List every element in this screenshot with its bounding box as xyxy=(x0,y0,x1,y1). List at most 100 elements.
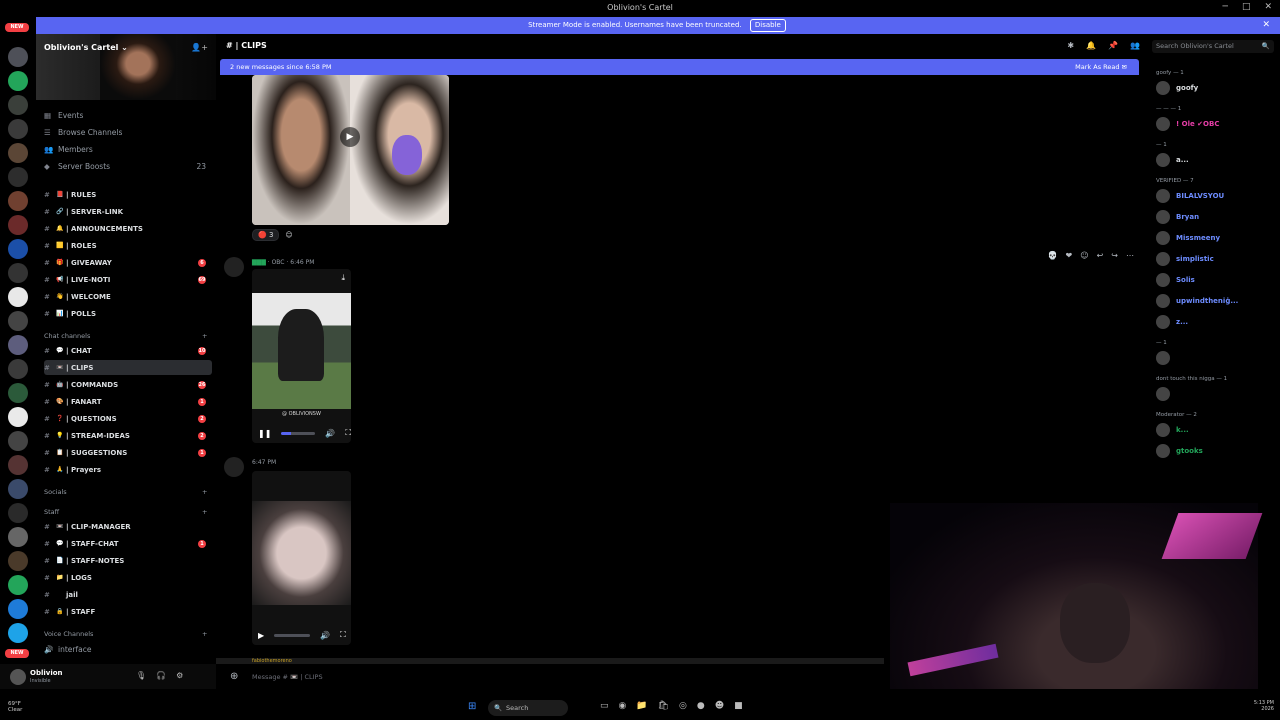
message-input[interactable]: ⊕ Message # 📼 | CLIPS xyxy=(224,668,884,686)
reaction-pill[interactable]: 🔴 3 xyxy=(252,229,280,241)
member-item[interactable]: a... xyxy=(1156,152,1189,168)
more-icon[interactable]: ⋯ xyxy=(1126,251,1134,260)
obs-icon[interactable]: ■ xyxy=(734,701,743,711)
server-header[interactable]: Oblivion's Cartel ⌄ 👤+ xyxy=(36,34,216,100)
channel-item[interactable]: # 📼 | CLIP-MANAGER xyxy=(44,519,212,534)
member-item[interactable]: simplistic xyxy=(1156,251,1214,267)
mark-as-read-button[interactable]: Mark As Read ✉ xyxy=(1075,59,1127,75)
channel-item[interactable]: # jail xyxy=(44,587,212,602)
server-icon[interactable] xyxy=(8,311,28,331)
channel-item[interactable]: # 📁 | LOGS xyxy=(44,570,212,585)
avatar[interactable] xyxy=(10,669,26,685)
chrome-icon[interactable]: ◎ xyxy=(679,701,687,711)
play-icon[interactable]: ▶ xyxy=(258,631,264,640)
voice-channel-item[interactable]: 🔊 interface xyxy=(44,642,212,656)
search-input[interactable]: Search Oblivion's Cartel 🔍 xyxy=(1152,40,1274,53)
category-voice[interactable]: Voice Channels + xyxy=(44,630,207,638)
add-attachment-icon[interactable]: ⊕ xyxy=(230,668,238,686)
category-staff[interactable]: Staff + xyxy=(44,508,207,516)
channel-item[interactable]: # 📊 | POLLS xyxy=(44,306,212,321)
volume-icon[interactable]: 🔊 xyxy=(325,429,335,438)
add-channel-icon[interactable]: + xyxy=(202,488,207,496)
member-item[interactable]: goofy xyxy=(1156,80,1198,96)
gear-icon[interactable]: ⚙ xyxy=(176,671,183,680)
server-icon[interactable] xyxy=(8,455,28,475)
channel-item[interactable]: # 💬 | STAFF-CHAT 1 xyxy=(44,536,212,551)
member-item[interactable]: upwindtheniġ... xyxy=(1156,293,1238,309)
notifications-icon[interactable]: 🔔 xyxy=(1086,41,1096,50)
volume-icon[interactable]: 🔊 xyxy=(320,631,330,640)
browse-channels-item[interactable]: ☰ Browse Channels xyxy=(44,125,212,139)
server-icon[interactable] xyxy=(8,215,28,235)
member-item[interactable]: ! Ole ✔OBC xyxy=(1156,116,1219,132)
channel-item[interactable]: # 💬 | CHAT 10 xyxy=(44,343,212,358)
reaction-icon[interactable]: ❤ xyxy=(1066,251,1073,260)
channel-item[interactable]: # 🎁 | GIVEAWAY 6 xyxy=(44,255,212,270)
download-icon[interactable]: ⤓ xyxy=(341,273,345,283)
forward-icon[interactable]: ↪ xyxy=(1111,251,1118,260)
member-item[interactable] xyxy=(1156,350,1176,366)
server-icon[interactable] xyxy=(8,551,28,571)
discord-icon[interactable]: ☻ xyxy=(715,701,724,711)
server-icon[interactable] xyxy=(8,575,28,595)
members-item[interactable]: 👥 Members xyxy=(44,142,212,156)
server-icon[interactable] xyxy=(8,263,28,283)
invite-icon[interactable]: 👤+ xyxy=(191,43,208,52)
video-player[interactable]: ▶ 🔊 ⛶ xyxy=(252,471,351,645)
spotify-icon[interactable]: ● xyxy=(697,701,705,711)
progress-bar[interactable] xyxy=(281,431,316,435)
member-item[interactable]: BILALVSYOU xyxy=(1156,188,1224,204)
member-item[interactable]: Bryan xyxy=(1156,209,1199,225)
taskbar-clock[interactable]: 5:13 PM 2026 xyxy=(1254,700,1274,712)
fullscreen-icon[interactable]: ⛶ xyxy=(340,630,346,640)
play-icon[interactable]: ▶ xyxy=(340,127,360,147)
edge-icon[interactable]: ◉ xyxy=(619,701,627,711)
server-icon[interactable] xyxy=(8,239,28,259)
server-icon[interactable] xyxy=(8,431,28,451)
channel-item[interactable]: # 🔒 | STAFF xyxy=(44,604,212,619)
server-icon[interactable] xyxy=(8,191,28,211)
channel-item[interactable]: # 🔔 | ANNOUNCEMENTS xyxy=(44,221,212,236)
weather-widget[interactable]: 69°F Clear xyxy=(8,701,22,713)
server-icon[interactable] xyxy=(8,167,28,187)
headphones-icon[interactable]: 🎧 xyxy=(156,671,166,680)
server-icon[interactable] xyxy=(8,119,28,139)
channel-item[interactable]: # ❓ | QUESTIONS 2 xyxy=(44,411,212,426)
events-item[interactable]: ▦ Events xyxy=(44,108,212,122)
server-icon[interactable] xyxy=(8,623,28,643)
member-item[interactable]: Missmeeny xyxy=(1156,230,1220,246)
taskbar-search[interactable]: 🔍 Search xyxy=(488,700,568,716)
member-item[interactable]: k... xyxy=(1156,422,1189,438)
video-thumbnail[interactable]: ▶ xyxy=(252,75,449,225)
new-messages-bar[interactable]: 2 new messages since 6:58 PM Mark As Rea… xyxy=(220,59,1139,75)
server-icon[interactable] xyxy=(8,527,28,547)
add-reaction-icon[interactable]: ☺ xyxy=(1080,251,1088,260)
add-channel-icon[interactable]: + xyxy=(202,332,207,340)
server-icon[interactable] xyxy=(8,359,28,379)
server-icon[interactable] xyxy=(8,47,28,67)
category-socials[interactable]: Socials + xyxy=(44,488,207,496)
channel-item[interactable]: # 📕 | RULES xyxy=(44,187,212,202)
add-channel-icon[interactable]: + xyxy=(202,630,207,638)
channel-item[interactable]: # 🟨 | ROLES xyxy=(44,238,212,253)
maximize-icon[interactable]: □ xyxy=(1242,2,1251,12)
server-icon[interactable] xyxy=(8,407,28,427)
author-name[interactable]: ▇▇▇ xyxy=(252,259,266,266)
store-icon[interactable]: 🛍 xyxy=(658,701,669,711)
close-icon[interactable]: ✕ xyxy=(1264,2,1272,12)
fullscreen-icon[interactable]: ⛶ xyxy=(345,428,351,438)
member-item[interactable]: gtooks xyxy=(1156,443,1203,459)
member-list-icon[interactable]: 👥 xyxy=(1130,41,1140,50)
add-channel-icon[interactable]: + xyxy=(202,508,207,516)
disable-button[interactable]: Disable xyxy=(749,19,786,32)
channel-item[interactable]: # 🤖 | COMMANDS 26 xyxy=(44,377,212,392)
channel-item[interactable]: # 📼 | CLIPS xyxy=(44,360,212,375)
category-chat-channels[interactable]: Chat channels + xyxy=(44,332,207,340)
banner-close-icon[interactable]: ✕ xyxy=(1262,17,1270,34)
member-item[interactable] xyxy=(1156,386,1176,402)
channel-item[interactable]: # 📄 | STAFF-NOTES xyxy=(44,553,212,568)
server-name[interactable]: Oblivion's Cartel ⌄ xyxy=(44,43,128,52)
server-icon[interactable] xyxy=(8,383,28,403)
windows-start-icon[interactable]: ⊞ xyxy=(468,701,476,712)
server-icon[interactable] xyxy=(8,503,28,523)
